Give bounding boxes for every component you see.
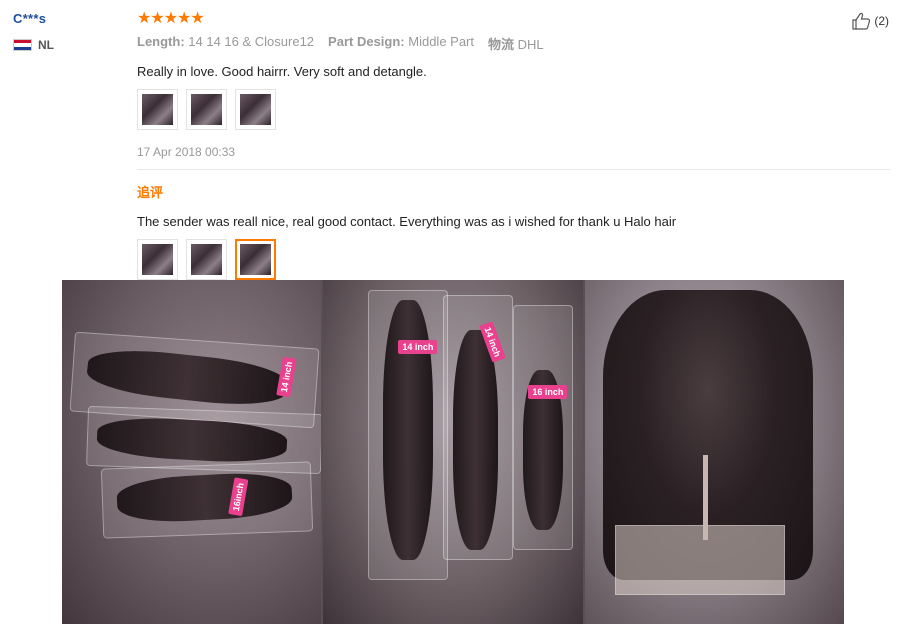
followup-text: The sender was reall nice, real good con…: [137, 214, 677, 229]
country-code: NL: [38, 38, 54, 52]
hair-bundle: [453, 330, 499, 550]
photo-thumbnail[interactable]: [235, 89, 276, 130]
lace-base: [614, 525, 785, 595]
reviewer-country: NL: [13, 38, 123, 52]
thumbnail-image: [142, 94, 173, 125]
netherlands-flag-icon: [13, 39, 32, 51]
middle-part: [702, 455, 708, 540]
attribute-length: Length: 14 14 16 & Closure12: [137, 34, 314, 53]
thumbnail-image: [240, 244, 271, 275]
attribute-key: Part Design:: [328, 34, 405, 49]
review-photo-thumbnails: [137, 89, 890, 130]
attribute-value: Middle Part: [408, 34, 474, 49]
product-attributes: Length: 14 14 16 & Closure12 Part Design…: [137, 34, 890, 53]
attribute-value: 14 14 16 & Closure12: [188, 34, 315, 49]
photo-thumbnail[interactable]: [186, 89, 227, 130]
photo-thumbnail-selected[interactable]: [235, 239, 276, 287]
reviewer-info: C***s NL: [13, 11, 123, 52]
attribute-part-design: Part Design: Middle Part: [328, 34, 474, 53]
photo-thumbnail[interactable]: [186, 239, 227, 280]
divider: [137, 169, 890, 170]
attribute-shipping: 物流 DHL: [488, 34, 544, 53]
thumbnail-image: [142, 244, 173, 275]
review-body: ★★★★★ Length: 14 14 16 & Closure12 Part …: [137, 10, 890, 287]
photo-thumbnail[interactable]: [137, 89, 178, 130]
photo-panel-bundles-flat: 14 inch 16inch: [62, 280, 322, 624]
followup-photo-thumbnails: [137, 239, 890, 287]
thumbnail-image: [191, 94, 222, 125]
star-rating: ★★★★★: [137, 10, 205, 27]
photo-thumbnail[interactable]: [137, 239, 178, 280]
enlarged-photo[interactable]: 14 inch 16inch 14 inch 14 inch 16 inch: [62, 280, 844, 624]
review-text: Really in love. Good hairrr. Very soft a…: [137, 64, 427, 79]
reviewer-name: C***s: [13, 11, 47, 26]
followup-label: 追评: [137, 185, 164, 200]
photo-panel-bundles-upright: 14 inch 14 inch 16 inch: [323, 280, 583, 624]
thumbnail-image: [191, 244, 222, 275]
attribute-value: DHL: [517, 37, 544, 52]
length-tag: 16 inch: [528, 385, 568, 399]
photo-panel-closure: [584, 280, 844, 624]
review-date: 17 Apr 2018 00:33: [137, 145, 236, 159]
attribute-key: 物流: [488, 37, 515, 52]
length-tag: 14 inch: [398, 340, 438, 354]
hair-bundle: [383, 300, 434, 560]
thumbnail-image: [240, 94, 271, 125]
attribute-key: Length:: [137, 34, 185, 49]
